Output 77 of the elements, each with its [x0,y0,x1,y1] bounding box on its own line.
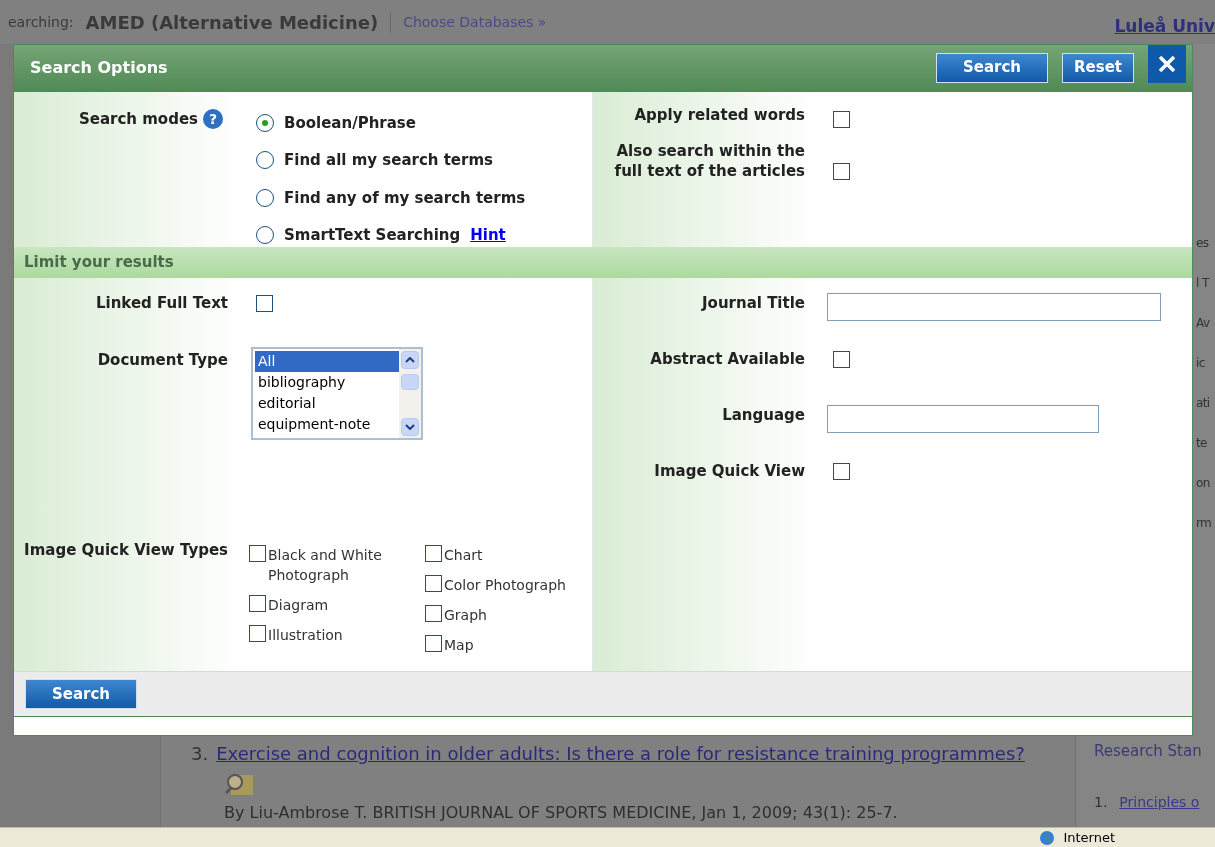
header-button[interactable]: Reset [1062,52,1134,83]
checkbox[interactable] [833,351,850,369]
result-title-link[interactable]: Exercise and cognition in older adults: Is there a role for resistance training programmes? [216,740,1025,767]
list-number: 1. [1094,793,1108,812]
header-button[interactable]: Search [936,52,1048,83]
document-type-listbox[interactable]: All bibliography editorial equipment-note [251,347,423,441]
field-label: Document Type [97,351,228,370]
checkbox-label: Illustration [267,626,343,646]
preview-icon [223,771,255,797]
field-label: Image Quick View Types [24,541,228,560]
close-icon [1158,55,1176,73]
background-text: ic [1195,355,1206,372]
text-field[interactable] [827,405,1099,434]
field-label: Image Quick View [654,462,805,481]
searching-label: earching: [8,12,74,32]
checkbox-label: Graph [443,606,487,626]
checkbox[interactable] [425,635,442,653]
background-text: l T [1195,275,1211,292]
checkbox-label: Diagram [267,596,329,616]
checkbox[interactable] [249,545,266,563]
result-number: 3. [191,742,209,766]
background-text: ati [1195,395,1211,412]
zone-label: Internet [1062,828,1115,847]
checkbox[interactable] [833,162,850,180]
checkbox[interactable] [249,625,266,643]
radio-label: Boolean/Phrase [284,112,416,134]
close-button[interactable] [1148,45,1186,83]
database-name: AMED (Alternative Medicine) [85,10,379,35]
background-text: te [1195,435,1208,452]
field-label: Language [722,406,805,425]
background-text: Av [1195,315,1211,332]
checkbox[interactable] [833,110,850,128]
dialog-title: Search Options [30,57,168,80]
radio-label: Find any of my search terms [284,187,526,209]
radio-button[interactable] [256,188,274,207]
listbox-option[interactable]: All [255,351,399,373]
background-text: es [1195,235,1210,252]
scroll-thumb[interactable] [401,373,419,390]
text-field[interactable] [827,293,1161,322]
radio-label: Find all my search terms [284,150,493,172]
checkbox[interactable] [425,545,442,563]
field-label: Also search within the full text of the articles [613,140,805,181]
panel-item-link[interactable]: Principles o [1119,792,1200,813]
checkbox-label: Color Photograph [443,576,566,596]
listbox-option[interactable]: editorial [255,393,399,415]
listbox-option[interactable]: equipment-note [255,414,399,436]
background-text: on [1195,475,1211,492]
checkbox-label: Map [443,636,474,656]
radio-button[interactable] [256,151,274,170]
listbox-option[interactable]: bibliography [255,372,399,394]
radio-label: SmartText Searching [284,225,461,247]
background-text: rm [1195,515,1213,532]
field-label: Abstract Available [650,350,805,369]
checkbox[interactable] [249,595,266,613]
checkbox[interactable] [833,463,850,481]
scrollbar[interactable] [399,349,421,439]
field-label: Search modes [78,108,198,130]
checkbox-label: Chart [443,546,483,566]
globe-icon [1039,829,1056,846]
hint-link[interactable]: Hint [470,224,506,247]
checkbox-label: Black and White Photograph [267,546,383,586]
panel-heading: Research Stan [1094,740,1203,762]
radio-button[interactable] [256,113,274,132]
scroll-up-icon[interactable] [401,351,419,370]
search-button[interactable]: Search [25,678,137,709]
scroll-down-icon[interactable] [401,418,419,437]
checkbox[interactable] [425,605,442,623]
result-byline: By Liu-Ambrose T. BRITISH JOURNAL OF SPORTS MEDICINE, Jan 1, 2009; 43(1): 25-7. [223,802,899,824]
field-label: Apply related words [633,104,805,125]
section-title: Limit your results [24,252,174,274]
checkbox[interactable] [425,575,442,593]
radio-button[interactable] [256,226,274,245]
field-label: Linked Full Text [95,294,228,313]
checkbox[interactable] [256,295,273,313]
help-icon[interactable]: ? [202,107,224,130]
institution-link[interactable]: Luleå Univ [1114,4,1215,40]
field-label: Journal Title [702,294,805,313]
